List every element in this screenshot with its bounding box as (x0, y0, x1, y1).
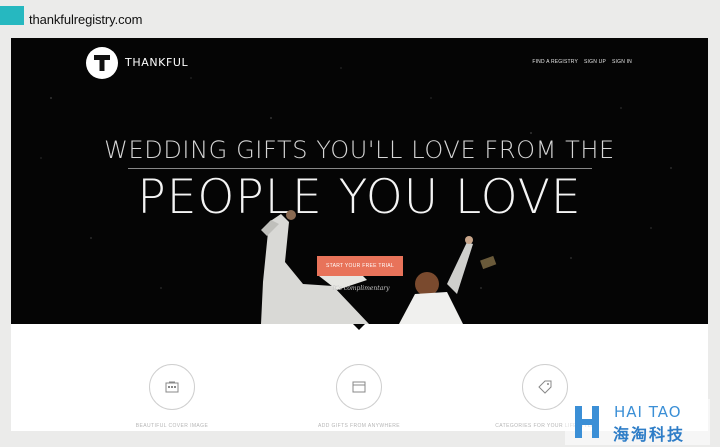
headline-top: WEDDING GIFTS YOU'LL LOVE FROM THE (104, 136, 615, 164)
feature-label: ADD GIFTS FROM ANYWHERE (318, 423, 400, 429)
tag-icon (538, 380, 552, 394)
haitao-watermark: HAI TAO 海淘科技 (565, 399, 710, 445)
feature-icon-ring (522, 364, 568, 410)
watermark-logo-icon (575, 406, 599, 438)
watermark-line-2: 海淘科技 (613, 425, 686, 444)
cover-image-icon (165, 381, 179, 393)
brand-name[interactable]: THANKFUL (125, 56, 188, 69)
feature-icon-ring (149, 364, 195, 410)
cta-subtext: It's complimentary (332, 285, 390, 292)
logo-t-icon (94, 55, 110, 71)
site-caption: thankfulregistry.com (29, 12, 143, 27)
top-nav: FIND A REGISTRY SIGN UP SIGN IN (532, 59, 632, 65)
browser-page: THANKFUL FIND A REGISTRY SIGN UP SIGN IN… (11, 38, 708, 431)
brand-logo[interactable] (86, 47, 118, 79)
nav-sign-up[interactable]: SIGN UP (584, 59, 606, 65)
feature-label: BEAUTIFUL COVER IMAGE (135, 423, 209, 429)
gift-window-icon (352, 381, 366, 393)
nav-sign-in[interactable]: SIGN IN (612, 59, 632, 65)
nav-find-registry[interactable]: FIND A REGISTRY (532, 59, 578, 65)
watermark-line-1: HAI TAO (614, 403, 682, 421)
caption-swatch (0, 6, 24, 25)
feature-icon-ring (336, 364, 382, 410)
headline-divider (128, 168, 592, 169)
start-free-trial-button[interactable]: START YOUR FREE TRIAL (317, 256, 403, 276)
section-pointer (353, 324, 365, 330)
feature-cover-image: BEAUTIFUL COVER IMAGE (112, 364, 232, 429)
hero-section: THANKFUL FIND A REGISTRY SIGN UP SIGN IN… (11, 38, 708, 324)
feature-add-gifts: ADD GIFTS FROM ANYWHERE (299, 364, 419, 429)
